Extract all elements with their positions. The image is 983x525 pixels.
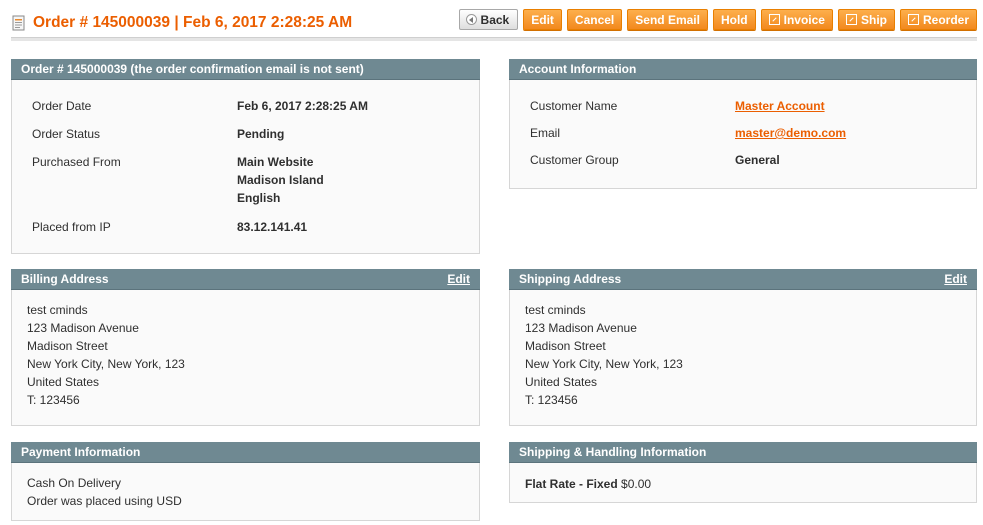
account-info-box: Account Information Customer Name Master… [509, 59, 977, 189]
billing-address-body: test cminds 123 Madison Avenue Madison S… [11, 290, 480, 426]
invoice-button[interactable]: Invoice [760, 9, 833, 30]
hold-button-label: Hold [720, 12, 748, 27]
order-info-header: Order # 145000039 (the order confirmatio… [11, 59, 480, 80]
payment-info-title: Payment Information [21, 445, 141, 459]
shipping-handling-header: Shipping & Handling Information [509, 442, 977, 463]
purchased-from-row: Purchased From Main Website Madison Isla… [32, 143, 459, 207]
email-link[interactable]: master@demo.com [735, 126, 846, 140]
back-button-label: Back [480, 12, 510, 27]
shipping-name: test cminds [525, 303, 586, 317]
email-cell: master@demo.com [735, 115, 956, 142]
shipping-handling-body: Flat Rate - Fixed $0.00 [509, 463, 977, 503]
customer-group-label: Customer Group [530, 153, 619, 167]
order-info-box: Order # 145000039 (the order confirmatio… [11, 59, 480, 254]
account-info-header: Account Information [509, 59, 977, 80]
payment-method: Cash On Delivery [27, 476, 122, 490]
shipping-method-name: Flat Rate - Fixed [525, 477, 618, 491]
billing-address-title: Billing Address [21, 272, 109, 286]
email-row: Email master@demo.com [530, 115, 956, 142]
account-info-body: Customer Name Master Account Email maste… [509, 80, 977, 189]
order-info-body: Order Date Feb 6, 2017 2:28:25 AM Order … [11, 80, 480, 254]
ship-button-label: Ship [860, 12, 887, 27]
billing-country: United States [27, 375, 100, 389]
order-date-value: Feb 6, 2017 2:28:25 AM [237, 99, 368, 113]
billing-address-box: Billing Address Edit test cminds 123 Mad… [11, 269, 480, 426]
order-date-label: Order Date [32, 99, 92, 113]
customer-name-label: Customer Name [530, 99, 618, 113]
placed-ip-row: Placed from IP 83.12.141.41 [32, 207, 459, 236]
shipping-telephone: T: 123456 [525, 393, 578, 407]
external-link-icon [907, 14, 919, 25]
reorder-button-label: Reorder [922, 12, 969, 27]
shipping-address-body: test cminds 123 Madison Avenue Madison S… [509, 290, 977, 426]
back-button[interactable]: Back [458, 9, 519, 30]
shipping-address-header: Shipping Address Edit [509, 269, 977, 290]
customer-group-value: General [735, 153, 780, 167]
billing-street-1: 123 Madison Avenue [27, 321, 139, 335]
shipping-address-title: Shipping Address [519, 272, 622, 286]
external-link-icon [845, 14, 857, 25]
billing-telephone: T: 123456 [27, 393, 80, 407]
customer-name-row: Customer Name Master Account [530, 80, 956, 115]
order-status-label: Order Status [32, 127, 101, 141]
email-label: Email [530, 126, 561, 140]
shipping-city-region: New York City, New York, 123 [525, 357, 683, 371]
order-info-table: Order Date Feb 6, 2017 2:28:25 AM Order … [32, 80, 459, 236]
invoice-button-label: Invoice [783, 12, 825, 27]
customer-name-cell: Master Account [735, 80, 956, 115]
reorder-button[interactable]: Reorder [899, 9, 977, 30]
ship-button[interactable]: Ship [837, 9, 895, 30]
order-date-row: Order Date Feb 6, 2017 2:28:25 AM [32, 80, 459, 115]
purchased-website: Main Website [237, 155, 314, 169]
placed-ip-label: Placed from IP [32, 220, 111, 234]
order-info-title: Order # 145000039 (the order confirmatio… [21, 62, 364, 76]
action-button-bar: Back Edit Cancel Send Email Hold Invoice… [458, 9, 977, 30]
payment-info-body: Cash On Delivery Order was placed using … [11, 463, 480, 521]
hold-button[interactable]: Hold [712, 9, 756, 30]
account-info-table: Customer Name Master Account Email maste… [530, 80, 956, 169]
account-info-title: Account Information [519, 62, 637, 76]
billing-address-header: Billing Address Edit [11, 269, 480, 290]
customer-group-row: Customer Group General [530, 142, 956, 169]
shipping-method-price: $0.00 [621, 477, 652, 491]
shipping-street-1: 123 Madison Avenue [525, 321, 637, 335]
cancel-button[interactable]: Cancel [566, 9, 623, 30]
order-status-value: Pending [237, 127, 285, 141]
external-link-icon [768, 14, 780, 25]
send-email-button-label: Send Email [635, 12, 700, 27]
back-arrow-icon [465, 14, 477, 25]
edit-button-label: Edit [531, 12, 554, 27]
shipping-handling-box: Shipping & Handling Information Flat Rat… [509, 442, 977, 503]
shipping-handling-title: Shipping & Handling Information [519, 445, 707, 459]
purchased-store-view: English [237, 191, 281, 205]
purchased-store: Madison Island [237, 173, 324, 187]
shipping-street-2: Madison Street [525, 339, 606, 353]
shipping-address-box: Shipping Address Edit test cminds 123 Ma… [509, 269, 977, 426]
shipping-edit-link[interactable]: Edit [944, 272, 967, 286]
billing-street-2: Madison Street [27, 339, 108, 353]
billing-city-region: New York City, New York, 123 [27, 357, 185, 371]
billing-name: test cminds [27, 303, 88, 317]
payment-currency-note: Order was placed using USD [27, 494, 182, 508]
edit-button[interactable]: Edit [523, 9, 562, 30]
cancel-button-label: Cancel [574, 12, 615, 27]
page-header: Order # 145000039 | Feb 6, 2017 2:28:25 … [11, 8, 977, 38]
send-email-button[interactable]: Send Email [627, 9, 708, 30]
header-divider [11, 37, 977, 41]
order-status-row: Order Status Pending [32, 115, 459, 143]
shipping-country: United States [525, 375, 598, 389]
placed-ip-value: 83.12.141.41 [237, 220, 308, 234]
page-title: Order # 145000039 | Feb 6, 2017 2:28:25 … [33, 14, 353, 31]
payment-info-box: Payment Information Cash On Delivery Ord… [11, 442, 480, 521]
customer-name-link[interactable]: Master Account [735, 99, 825, 113]
billing-edit-link[interactable]: Edit [447, 272, 470, 286]
page-title-wrap: Order # 145000039 | Feb 6, 2017 2:28:25 … [11, 14, 352, 32]
purchased-from-value: Main Website Madison Island English [237, 143, 459, 207]
purchased-from-label: Purchased From [32, 155, 121, 169]
payment-info-header: Payment Information [11, 442, 480, 463]
order-document-icon [11, 15, 27, 31]
